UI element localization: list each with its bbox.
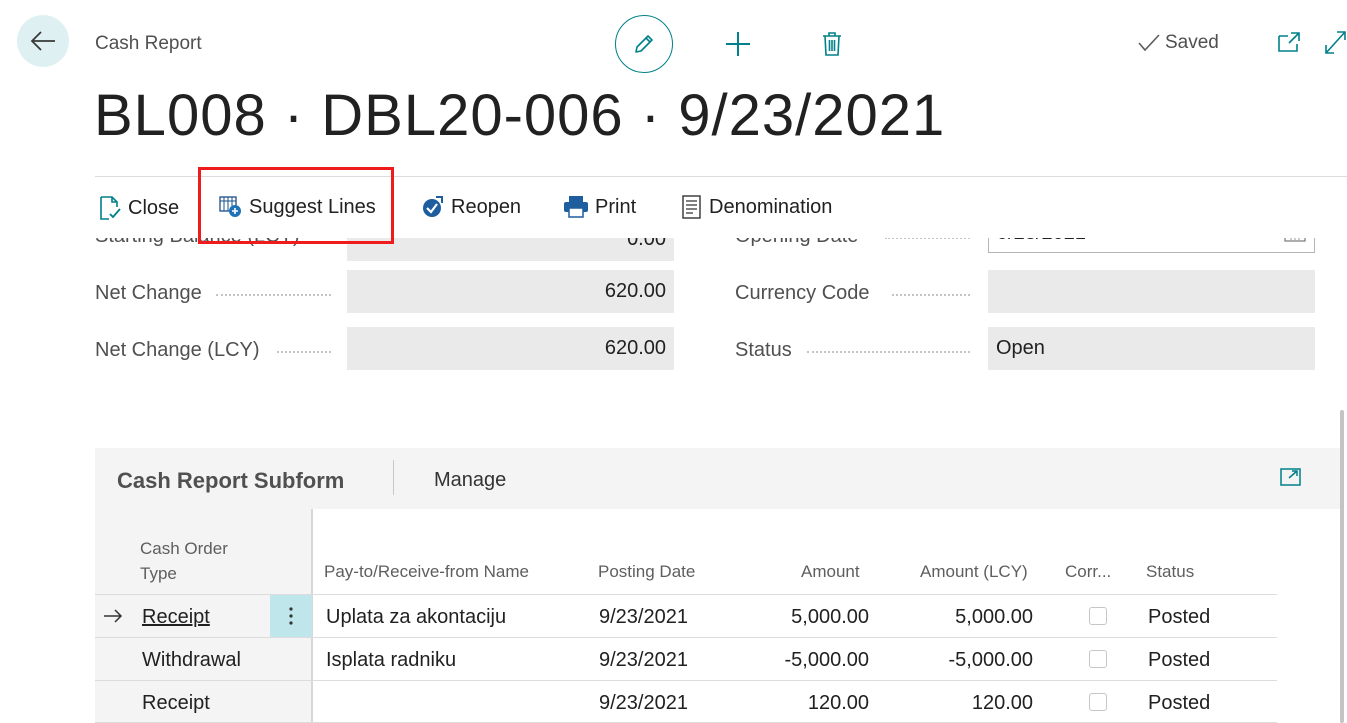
col-posting-date[interactable]: Posting Date (598, 562, 695, 582)
breadcrumb[interactable]: Cash Report (95, 33, 202, 55)
suggest-lines-action[interactable]: Suggest Lines (219, 195, 376, 219)
row2-type[interactable]: Withdrawal (142, 649, 241, 672)
subform-expand-button[interactable] (1279, 466, 1303, 493)
saved-status: Saved (1137, 32, 1219, 54)
expand-diagonal-icon (1325, 31, 1346, 54)
status-field[interactable]: Open (988, 327, 1315, 370)
row3-posting-date[interactable]: 9/23/2021 (599, 692, 688, 715)
row-actions-button[interactable] (270, 595, 312, 637)
reopen-shield-icon (423, 196, 443, 217)
row2-amount[interactable]: -5,000.00 (735, 649, 869, 672)
row3-type[interactable]: Receipt (142, 692, 210, 715)
row1-amount[interactable]: 5,000.00 (735, 606, 869, 629)
cash-report-subform: Cash Report Subform Manage Cash Order Ty… (95, 448, 1343, 723)
trash-icon (823, 32, 841, 56)
page-scrollbar[interactable] (1340, 410, 1344, 723)
col-cash-order-type-2[interactable]: Type (140, 564, 177, 584)
denomination-label: Denomination (709, 195, 833, 218)
current-row-arrow-icon (104, 609, 123, 623)
delete-button[interactable] (818, 28, 846, 60)
net-change-label: Net Change (95, 282, 202, 304)
edit-button[interactable] (615, 15, 673, 73)
col-status[interactable]: Status (1146, 562, 1194, 582)
print-label: Print (595, 195, 637, 218)
row1-amount-lcy[interactable]: 5,000.00 (895, 606, 1033, 629)
plus-icon (726, 32, 750, 56)
print-action[interactable]: Print (563, 195, 636, 219)
row-divider (95, 680, 1277, 681)
suggest-lines-icon (219, 196, 241, 217)
currency-code-label: Currency Code (735, 282, 870, 304)
row3-amount[interactable]: 120.00 (735, 692, 869, 715)
row3-status[interactable]: Posted (1148, 692, 1210, 715)
row1-name[interactable]: Uplata za akontaciju (326, 606, 506, 629)
reopen-action[interactable]: Reopen (421, 195, 521, 219)
row2-name[interactable]: Isplata radniku (326, 649, 456, 672)
document-list-icon (682, 195, 701, 219)
close-label: Close (128, 196, 180, 219)
popout-button[interactable] (1277, 31, 1303, 58)
status-label: Status (735, 339, 792, 361)
printer-icon (564, 196, 588, 218)
row3-amount-lcy[interactable]: 120.00 (895, 692, 1033, 715)
checkmark-icon (1138, 34, 1160, 52)
subform-header: Cash Report Subform Manage (95, 448, 1343, 509)
status-dots (807, 351, 970, 353)
reopen-label: Reopen (451, 195, 522, 218)
subform-separator (393, 460, 394, 495)
col-amount[interactable]: Amount (801, 562, 860, 582)
subform-title[interactable]: Cash Report Subform (117, 468, 344, 494)
net-change-dots (216, 294, 331, 296)
expand-button[interactable] (1324, 29, 1347, 60)
row-divider (95, 637, 1277, 638)
net-change-lcy-label: Net Change (LCY) (95, 339, 260, 361)
expand-window-icon (1280, 468, 1301, 486)
currency-code-dots (892, 294, 970, 296)
suggest-lines-label: Suggest Lines (249, 195, 376, 218)
net-change-field[interactable]: 620.00 (347, 270, 674, 313)
net-change-lcy-dots (277, 351, 331, 353)
new-button[interactable] (722, 28, 754, 60)
col-corr[interactable]: Corr... (1065, 562, 1111, 582)
col-name[interactable]: Pay-to/Receive-from Name (324, 562, 529, 582)
more-vertical-icon (289, 607, 293, 625)
close-action[interactable]: Close (98, 195, 179, 221)
back-button[interactable] (17, 15, 69, 67)
general-fasttab: Starting Balance (LCY) 0.00 Opening Date… (0, 218, 1347, 378)
action-bar: Close Suggest Lines Reopen Print Denomin… (95, 176, 1347, 238)
saved-label: Saved (1165, 32, 1219, 53)
arrow-left-icon (30, 31, 55, 51)
open-in-new-window-icon (1278, 32, 1300, 52)
row1-corr-checkbox[interactable] (1089, 607, 1107, 625)
row1-status[interactable]: Posted (1148, 606, 1210, 629)
row2-posting-date[interactable]: 9/23/2021 (599, 649, 688, 672)
pencil-icon (635, 35, 653, 53)
col-cash-order-type-1[interactable]: Cash Order (140, 539, 228, 559)
net-change-lcy-field[interactable]: 620.00 (347, 327, 674, 370)
page-title: BL008 · DBL20-006 · 9/23/2021 (94, 83, 946, 148)
row2-corr-checkbox[interactable] (1089, 650, 1107, 668)
denomination-action[interactable]: Denomination (681, 195, 832, 219)
row2-amount-lcy[interactable]: -5,000.00 (895, 649, 1033, 672)
manage-menu[interactable]: Manage (434, 469, 506, 492)
lines-grid: Cash Order Type Pay-to/Receive-from Name… (95, 509, 1343, 723)
row2-status[interactable]: Posted (1148, 649, 1210, 672)
row3-corr-checkbox[interactable] (1089, 693, 1107, 711)
row1-posting-date[interactable]: 9/23/2021 (599, 606, 688, 629)
currency-code-field[interactable] (988, 270, 1315, 313)
document-check-icon (100, 196, 121, 220)
col-amount-lcy[interactable]: Amount (LCY) (920, 562, 1028, 582)
row1-type[interactable]: Receipt (142, 606, 210, 629)
